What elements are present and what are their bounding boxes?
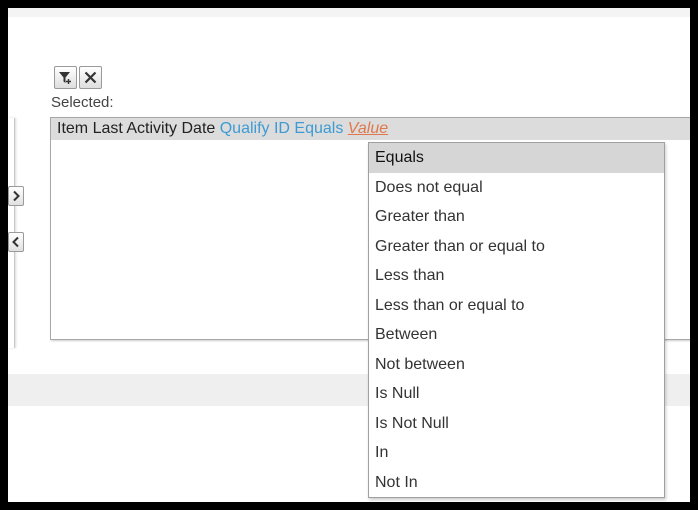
operator-option[interactable]: In: [369, 438, 664, 468]
operator-option[interactable]: Is Null: [369, 379, 664, 409]
operator-dropdown[interactable]: Equals Does not equal Greater than Great…: [368, 142, 665, 498]
chevron-left-icon: [12, 236, 19, 248]
operator-option[interactable]: Greater than: [369, 202, 664, 232]
move-right-button[interactable]: [8, 186, 24, 206]
operator-option[interactable]: Is Not Null: [369, 409, 664, 439]
filter-plus-icon: [59, 72, 71, 84]
clear-button[interactable]: [79, 66, 102, 89]
top-strip: [8, 8, 690, 17]
add-filter-button[interactable]: [54, 66, 77, 89]
close-icon: [84, 71, 97, 84]
operator-option[interactable]: Less than or equal to: [369, 291, 664, 321]
chevron-right-icon: [13, 190, 20, 202]
selected-label: Selected:: [51, 94, 114, 111]
operator-option[interactable]: Not In: [369, 468, 664, 498]
operator-option[interactable]: Does not equal: [369, 173, 664, 203]
move-left-button[interactable]: [8, 232, 24, 252]
operator-option[interactable]: Equals: [369, 143, 664, 173]
operator-option[interactable]: Between: [369, 320, 664, 350]
qualifier-link[interactable]: Qualify ID Equals: [220, 120, 344, 137]
value-link[interactable]: Value: [348, 120, 388, 137]
operator-option[interactable]: Not between: [369, 350, 664, 380]
selected-filter-row[interactable]: Item Last Activity Date Qualify ID Equal…: [51, 118, 690, 140]
filter-panel: Selected: Item Last Activity Date Qualif…: [8, 8, 690, 502]
operator-option[interactable]: Greater than or equal to: [369, 232, 664, 262]
operator-option[interactable]: Less than: [369, 261, 664, 291]
field-name: Item Last Activity Date: [57, 120, 216, 137]
